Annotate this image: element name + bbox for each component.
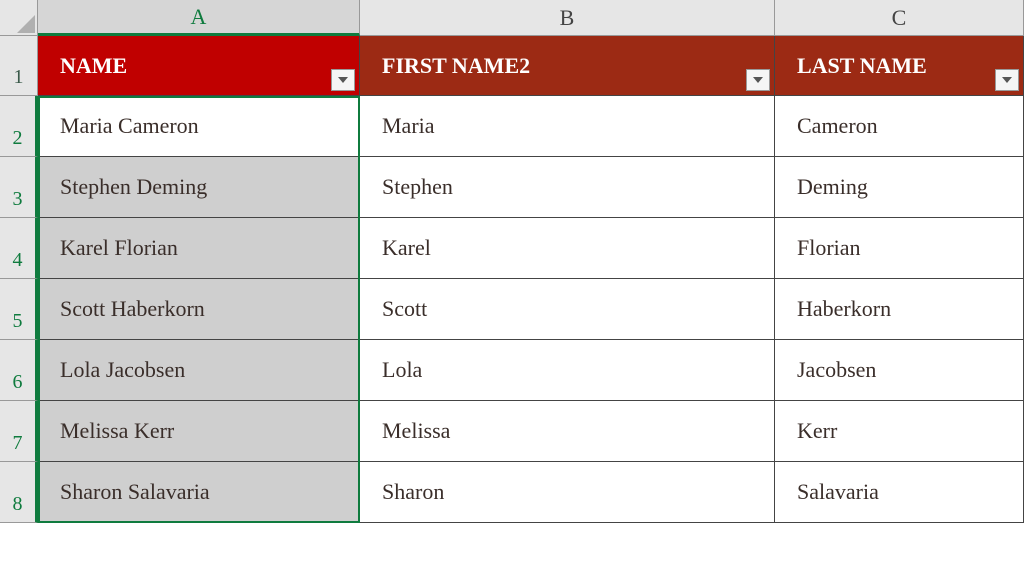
cell-c2[interactable]: Cameron [775, 96, 1024, 157]
table-row: Lola Jacobsen Lola Jacobsen [38, 340, 1024, 401]
table-row: Melissa Kerr Melissa Kerr [38, 401, 1024, 462]
cell-a3[interactable]: Stephen Deming [38, 157, 360, 218]
row-header-3[interactable]: 3 [0, 157, 38, 218]
cell-b3[interactable]: Stephen [360, 157, 775, 218]
cell-a7[interactable]: Melissa Kerr [38, 401, 360, 462]
cell-a2[interactable]: Maria Cameron [38, 96, 360, 157]
row-headers: 1 2 3 4 5 6 7 8 [0, 36, 38, 523]
header-last-name-label: LAST NAME [797, 53, 927, 79]
table-row: Sharon Salavaria Sharon Salavaria [38, 462, 1024, 523]
table-row: Maria Cameron Maria Cameron [38, 96, 1024, 157]
filter-dropdown-icon[interactable] [746, 69, 770, 91]
row-header-8[interactable]: 8 [0, 462, 38, 523]
table-header-row: NAME FIRST NAME2 LAST NAME [38, 36, 1024, 96]
header-name[interactable]: NAME [38, 36, 360, 96]
row-header-7[interactable]: 7 [0, 401, 38, 462]
cell-c3[interactable]: Deming [775, 157, 1024, 218]
cell-c6[interactable]: Jacobsen [775, 340, 1024, 401]
cell-c5[interactable]: Haberkorn [775, 279, 1024, 340]
row-header-1[interactable]: 1 [0, 36, 38, 96]
select-all-corner[interactable] [0, 0, 38, 36]
table-row: Scott Haberkorn Scott Haberkorn [38, 279, 1024, 340]
cell-b2[interactable]: Maria [360, 96, 775, 157]
header-name-label: NAME [60, 53, 127, 79]
filter-dropdown-icon[interactable] [331, 69, 355, 91]
header-first-name[interactable]: FIRST NAME2 [360, 36, 775, 96]
cell-a4[interactable]: Karel Florian [38, 218, 360, 279]
table-row: Karel Florian Karel Florian [38, 218, 1024, 279]
cell-c7[interactable]: Kerr [775, 401, 1024, 462]
column-headers: A B C [38, 0, 1024, 36]
row-header-4[interactable]: 4 [0, 218, 38, 279]
column-header-c[interactable]: C [775, 0, 1024, 36]
row-header-5[interactable]: 5 [0, 279, 38, 340]
cell-b8[interactable]: Sharon [360, 462, 775, 523]
grid-body: NAME FIRST NAME2 LAST NAME Maria Cameron… [38, 36, 1024, 523]
column-header-b[interactable]: B [360, 0, 775, 36]
spreadsheet: A B C 1 2 3 4 5 6 7 8 NAME FIRST NAME2 L… [0, 0, 1024, 578]
cell-c4[interactable]: Florian [775, 218, 1024, 279]
cell-a6[interactable]: Lola Jacobsen [38, 340, 360, 401]
cell-b5[interactable]: Scott [360, 279, 775, 340]
table-row: Stephen Deming Stephen Deming [38, 157, 1024, 218]
header-last-name[interactable]: LAST NAME [775, 36, 1024, 96]
cell-a8[interactable]: Sharon Salavaria [38, 462, 360, 523]
filter-dropdown-icon[interactable] [995, 69, 1019, 91]
cell-b7[interactable]: Melissa [360, 401, 775, 462]
cell-b6[interactable]: Lola [360, 340, 775, 401]
row-header-6[interactable]: 6 [0, 340, 38, 401]
cell-a5[interactable]: Scott Haberkorn [38, 279, 360, 340]
column-header-a[interactable]: A [38, 0, 360, 36]
row-header-2[interactable]: 2 [0, 96, 38, 157]
header-first-name-label: FIRST NAME2 [382, 53, 530, 79]
cell-c8[interactable]: Salavaria [775, 462, 1024, 523]
cell-b4[interactable]: Karel [360, 218, 775, 279]
